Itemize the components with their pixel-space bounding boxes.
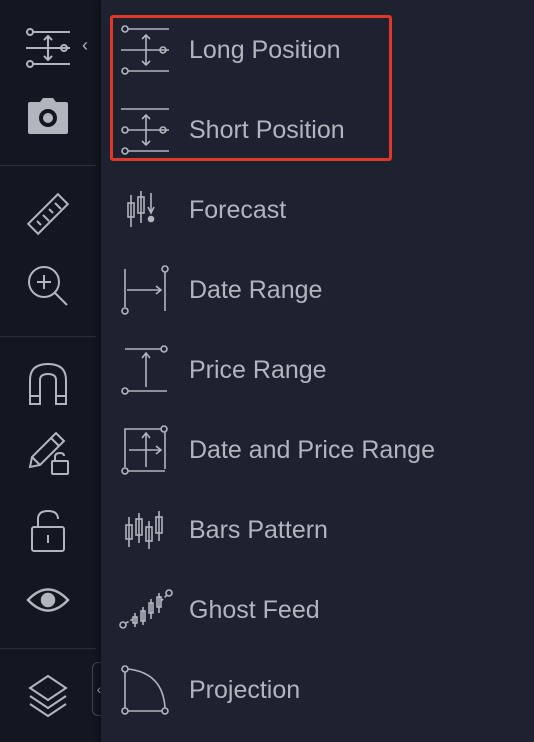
- zoom-in-button[interactable]: [0, 254, 96, 318]
- bars-pattern-icon: [119, 503, 173, 557]
- price-range-icon: [119, 343, 173, 397]
- menu-item-forecast[interactable]: Forecast: [101, 170, 534, 250]
- camera-icon: [26, 96, 70, 136]
- menu-item-date-range[interactable]: Date Range: [101, 250, 534, 330]
- chevron-left-icon[interactable]: ‹: [82, 36, 88, 54]
- lock-drawings-button[interactable]: [0, 498, 96, 562]
- ghost-feed-icon: [119, 583, 173, 637]
- menu-item-label: Short Position: [189, 115, 345, 144]
- menu-item-label: Long Position: [189, 35, 341, 64]
- menu-item-label: Forecast: [189, 195, 287, 224]
- toolbar-divider: [0, 165, 96, 166]
- ruler-icon: [23, 189, 73, 239]
- menu-item-label: Date and Price Range: [189, 435, 435, 464]
- menu-item-projection[interactable]: Projection: [101, 650, 534, 730]
- forecast-icon: [119, 183, 173, 237]
- menu-item-ghost-feed[interactable]: Ghost Feed: [101, 570, 534, 650]
- menu-item-short-position[interactable]: Short Position: [101, 90, 534, 170]
- position-icon: [24, 24, 72, 72]
- date-price-range-icon: [119, 423, 173, 477]
- drawing-mode-button[interactable]: [0, 420, 96, 484]
- menu-item-price-range[interactable]: Price Range: [101, 330, 534, 410]
- date-range-icon: [119, 263, 173, 317]
- menu-item-bars-pattern[interactable]: Bars Pattern: [101, 490, 534, 570]
- menu-item-label: Price Range: [189, 355, 327, 384]
- layers-icon: [26, 672, 70, 720]
- menu-item-long-position[interactable]: Long Position: [101, 10, 534, 90]
- screenshot-button[interactable]: [0, 84, 96, 148]
- menu-item-label: Ghost Feed: [189, 595, 320, 624]
- long-position-icon: [119, 23, 173, 77]
- menu-item-date-and-price-range[interactable]: Date and Price Range: [101, 410, 534, 490]
- menu-item-label: Projection: [189, 675, 301, 704]
- measure-button[interactable]: [0, 182, 96, 246]
- lock-open-icon: [28, 507, 68, 553]
- toolbar-divider: [0, 336, 96, 337]
- pencil-lock-icon: [24, 427, 72, 477]
- short-position-icon: [119, 103, 173, 157]
- magnet-icon: [26, 360, 70, 408]
- zoom-in-icon: [25, 263, 71, 309]
- magnet-button[interactable]: [0, 352, 96, 416]
- measurement-tools-menu: Long Position Short Position Forecast Da…: [101, 0, 534, 742]
- menu-item-label: Date Range: [189, 275, 323, 304]
- menu-item-label: Bars Pattern: [189, 515, 328, 544]
- eye-icon: [26, 585, 70, 615]
- object-tree-button[interactable]: [0, 664, 96, 728]
- hide-drawings-button[interactable]: [0, 568, 96, 632]
- projection-icon: [119, 663, 173, 717]
- toolbar-divider: [0, 648, 96, 649]
- left-toolbar: ‹ ‹: [0, 0, 105, 742]
